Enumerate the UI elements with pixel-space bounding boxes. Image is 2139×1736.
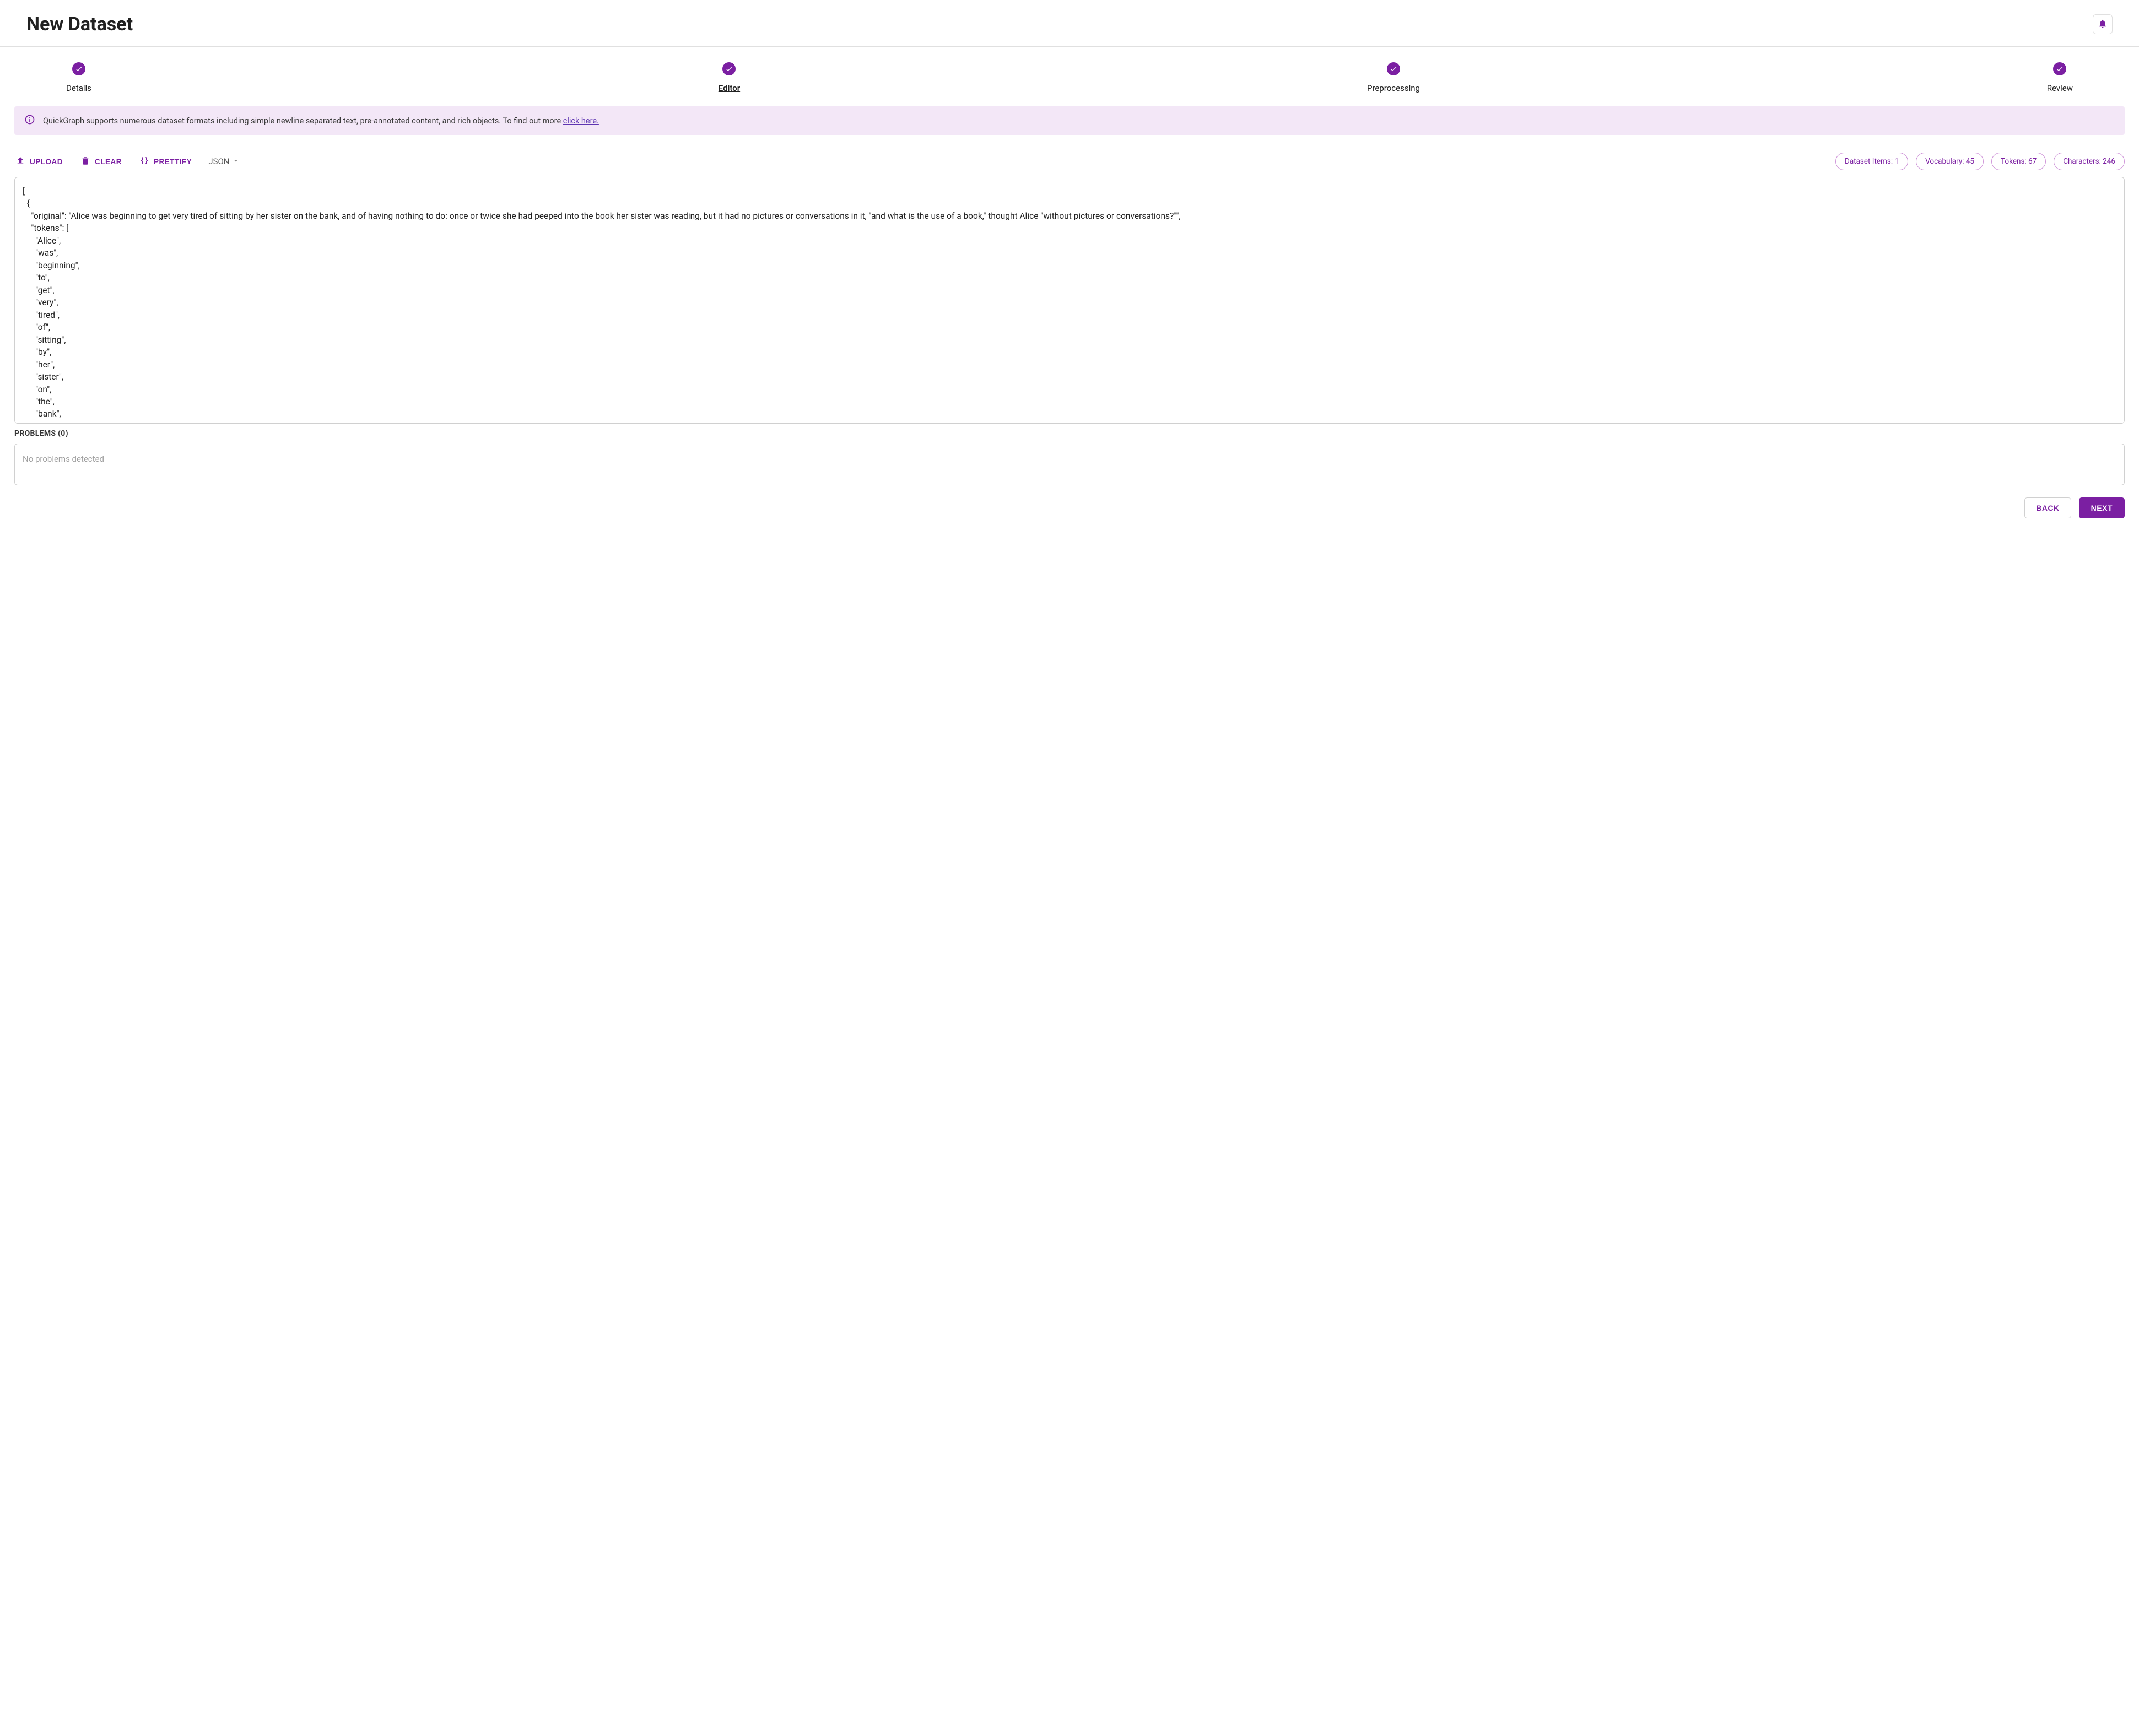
back-button[interactable]: BACK xyxy=(2024,497,2071,518)
check-icon xyxy=(722,62,736,75)
step-editor[interactable]: Editor xyxy=(719,62,740,93)
dropdown-icon xyxy=(233,156,239,166)
wizard-stepper: Details Editor Preprocessing Review xyxy=(0,47,2139,106)
notifications-button[interactable] xyxy=(2093,14,2113,34)
clear-button[interactable]: CLEAR xyxy=(79,154,123,170)
stat-characters: Characters: 246 xyxy=(2054,153,2125,170)
step-label: Review xyxy=(2047,83,2073,93)
info-icon xyxy=(24,114,35,127)
clear-label: CLEAR xyxy=(95,158,122,166)
problems-heading: PROBLEMS (0) xyxy=(14,429,2125,438)
step-label: Details xyxy=(66,83,91,93)
braces-icon xyxy=(139,156,149,167)
format-select[interactable]: JSON xyxy=(208,156,239,166)
step-review[interactable]: Review xyxy=(2047,62,2073,93)
upload-button[interactable]: UPLOAD xyxy=(14,154,64,170)
step-label: Editor xyxy=(719,83,740,93)
trash-icon xyxy=(80,156,90,167)
prettify-label: PRETTIFY xyxy=(154,158,192,166)
stat-vocabulary: Vocabulary: 45 xyxy=(1916,153,1984,170)
upload-label: UPLOAD xyxy=(30,158,63,166)
stat-tokens: Tokens: 67 xyxy=(1991,153,2046,170)
info-banner: QuickGraph supports numerous dataset for… xyxy=(14,106,2125,135)
bell-icon xyxy=(2098,19,2108,30)
editor-textarea[interactable]: [ { "original": "Alice was beginning to … xyxy=(14,177,2125,424)
upload-icon xyxy=(15,156,25,167)
step-label: Preprocessing xyxy=(1367,83,1420,93)
check-icon xyxy=(2053,62,2066,75)
step-preprocessing[interactable]: Preprocessing xyxy=(1367,62,1420,93)
info-link[interactable]: click here. xyxy=(563,116,599,126)
page-title: New Dataset xyxy=(26,13,133,35)
problems-panel: No problems detected xyxy=(14,444,2125,485)
format-value: JSON xyxy=(208,156,229,166)
step-details[interactable]: Details xyxy=(66,62,91,93)
stat-dataset-items: Dataset Items: 1 xyxy=(1835,153,1908,170)
check-icon xyxy=(72,62,85,75)
check-icon xyxy=(1387,62,1400,75)
info-text: QuickGraph supports numerous dataset for… xyxy=(43,116,599,126)
prettify-button[interactable]: PRETTIFY xyxy=(138,154,193,170)
next-button[interactable]: NEXT xyxy=(2079,497,2125,518)
